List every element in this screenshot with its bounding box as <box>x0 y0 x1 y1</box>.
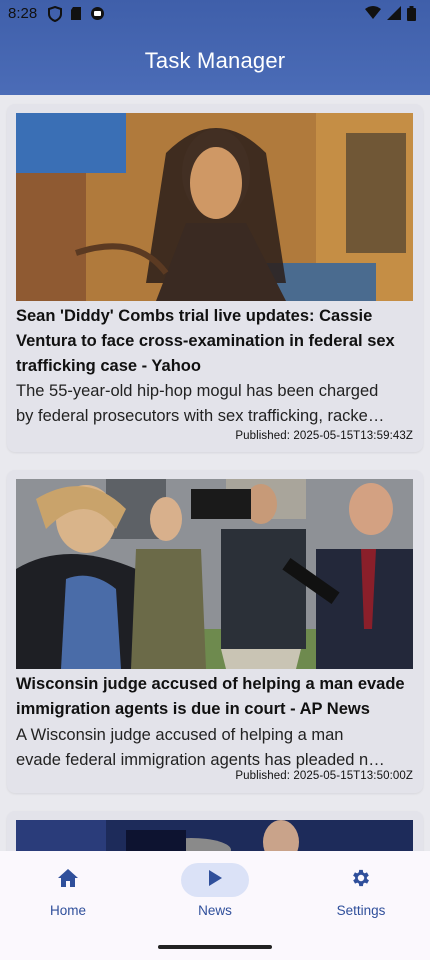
gesture-home-bar[interactable] <box>158 945 272 949</box>
news-list[interactable]: Sean 'Diddy' Combs trial live updates: C… <box>0 95 430 851</box>
news-card[interactable] <box>7 811 423 851</box>
published-date: Published: 2025-05-15T13:50:00Z <box>235 770 413 782</box>
gear-icon <box>350 867 372 894</box>
article-image <box>16 820 413 851</box>
article-image <box>16 479 413 669</box>
app-notification-icon <box>90 6 105 27</box>
bottom-navigation: Home News Settings <box>0 851 430 960</box>
article-headline[interactable]: Wisconsin judge accused of helping a man… <box>16 672 416 722</box>
nav-news[interactable]: News <box>165 863 265 918</box>
nav-home[interactable]: Home <box>18 863 118 918</box>
battery-icon <box>407 6 416 26</box>
vpn-shield-icon <box>48 5 62 27</box>
active-indicator <box>181 863 249 897</box>
nav-home-label: Home <box>49 903 86 918</box>
page-title: Task Manager <box>144 48 286 73</box>
news-card[interactable]: Sean 'Diddy' Combs trial live updates: C… <box>7 104 423 452</box>
article-image <box>16 113 413 301</box>
wifi-icon <box>365 6 381 26</box>
app-bar: 8:28 Task Manager <box>0 0 430 95</box>
play-icon <box>207 869 223 892</box>
status-bar: 8:28 <box>0 0 430 28</box>
article-description: A Wisconsin judge accused of helping a m… <box>16 726 385 769</box>
article-headline[interactable]: Sean 'Diddy' Combs trial live updates: C… <box>16 304 416 379</box>
published-date: Published: 2025-05-15T13:59:43Z <box>235 430 413 442</box>
nav-news-label: News <box>198 903 232 918</box>
home-icon <box>57 868 79 893</box>
status-time: 8:28 <box>8 5 38 22</box>
nav-settings[interactable]: Settings <box>311 863 411 918</box>
news-card[interactable]: Wisconsin judge accused of helping a man… <box>7 470 423 793</box>
article-description: The 55-year-old hip-hop mogul has been c… <box>16 382 385 425</box>
signal-icon <box>387 6 401 26</box>
sd-card-icon <box>70 6 82 27</box>
nav-settings-label: Settings <box>336 903 386 918</box>
